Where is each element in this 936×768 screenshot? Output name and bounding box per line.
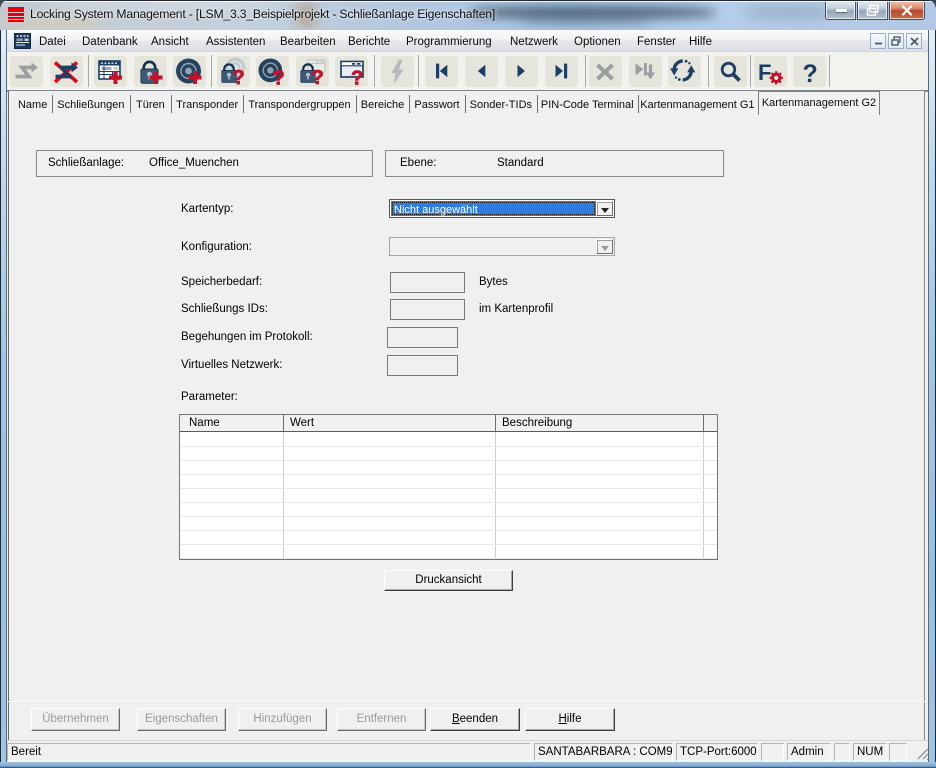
svg-text:?: ? bbox=[273, 68, 285, 90]
svg-text:?: ? bbox=[232, 67, 244, 89]
svg-text:F: F bbox=[758, 60, 771, 85]
svg-text:?: ? bbox=[351, 68, 363, 90]
svg-text:?: ? bbox=[311, 67, 323, 89]
svg-text:?: ? bbox=[802, 60, 817, 88]
